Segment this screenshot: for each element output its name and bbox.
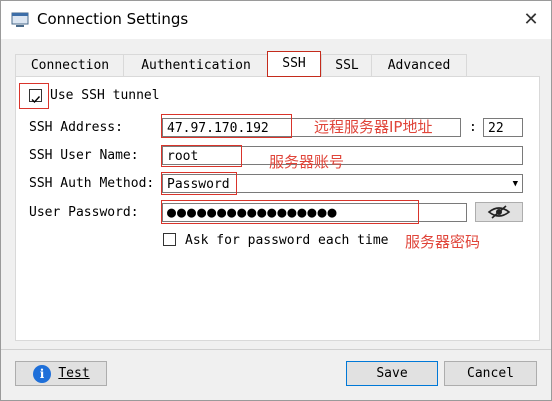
tab-connection[interactable]: Connection <box>15 54 125 76</box>
chevron-down-icon: ▼ <box>512 179 518 189</box>
use-ssh-tunnel-checkbox[interactable] <box>29 89 42 104</box>
tab-advanced[interactable]: Advanced <box>371 54 467 76</box>
ask-password-label: Ask for password each time <box>185 233 389 248</box>
ssh-auth-method-select[interactable]: Password ▼ <box>162 174 523 193</box>
annotation-user: 服务器账号 <box>269 153 345 171</box>
password-mask: ●●●●●●●●●●●●●●●●● <box>167 203 338 221</box>
user-password-label: User Password: <box>29 205 139 220</box>
annotation-address: 远程服务器IP地址 <box>314 118 433 136</box>
info-icon: i <box>33 365 51 383</box>
tab-ssh[interactable]: SSH <box>267 51 321 77</box>
annotation-password: 服务器密码 <box>405 233 481 251</box>
use-ssh-tunnel-label: Use SSH tunnel <box>50 88 160 103</box>
toggle-password-visibility-button[interactable] <box>475 202 523 222</box>
cancel-button[interactable]: Cancel <box>444 361 537 386</box>
tab-authentication[interactable]: Authentication <box>123 54 269 76</box>
user-password-input[interactable]: ●●●●●●●●●●●●●●●●● <box>162 203 467 222</box>
title-bar: Connection Settings ✕ <box>1 1 551 39</box>
ssh-auth-method-label: SSH Auth Method: <box>29 176 155 191</box>
close-button[interactable]: ✕ <box>521 10 541 30</box>
window-title: Connection Settings <box>37 10 189 28</box>
port-separator: : <box>469 120 477 135</box>
footer-divider <box>1 349 551 350</box>
database-window-icon <box>11 12 29 27</box>
ssh-address-label: SSH Address: <box>29 120 123 135</box>
save-button[interactable]: Save <box>346 361 438 386</box>
close-icon: ✕ <box>523 9 539 30</box>
test-button[interactable]: i Test <box>15 361 107 386</box>
ask-password-checkbox[interactable] <box>163 233 176 246</box>
eye-slash-icon <box>487 205 511 219</box>
ssh-port-input[interactable]: 22 <box>483 118 523 137</box>
connection-settings-window: Connection Settings ✕ Connection Authent… <box>0 0 552 401</box>
ssh-user-label: SSH User Name: <box>29 148 139 163</box>
checkmark-icon <box>31 96 41 104</box>
test-button-label: Test <box>58 366 90 381</box>
tab-ssl[interactable]: SSL <box>321 54 373 76</box>
ssh-auth-method-value: Password <box>167 177 230 192</box>
